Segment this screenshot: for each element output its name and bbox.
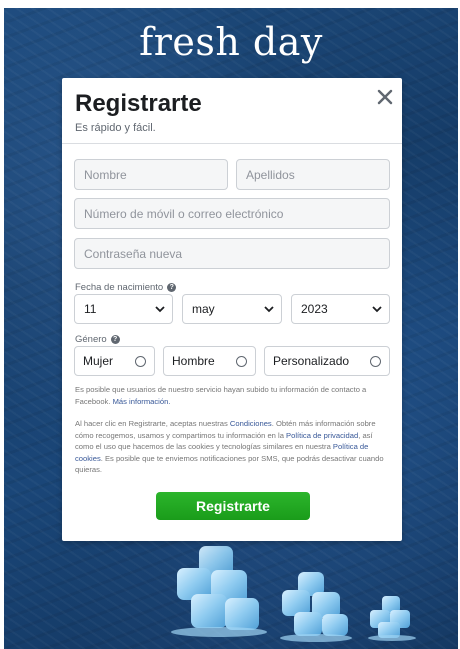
close-icon[interactable] <box>376 88 394 106</box>
terms-link[interactable]: Condiciones <box>230 419 272 428</box>
birthday-day-select[interactable]: 11 <box>74 294 173 324</box>
birthday-year-select[interactable]: 2023 <box>291 294 390 324</box>
radio-button[interactable] <box>135 356 146 367</box>
dialog-title: Registrarte <box>75 90 202 117</box>
contacts-notice: Es posible que usuarios de nuestro servi… <box>75 384 391 407</box>
chevron-down-icon <box>372 306 382 313</box>
help-icon[interactable]: ? <box>167 283 177 292</box>
gender-option-label: Hombre <box>172 354 215 368</box>
ice-cubes-middle-illustration <box>280 572 352 642</box>
ice-cubes-left-illustration <box>171 546 267 637</box>
radio-button[interactable] <box>236 356 247 367</box>
terms-notice: Al hacer clic en Registrarte, aceptas nu… <box>75 418 391 476</box>
gender-option-female[interactable]: Mujer <box>74 346 155 376</box>
birthday-label-row: Fecha de nacimiento ? <box>75 282 177 293</box>
birthday-year-value: 2023 <box>301 302 328 316</box>
radio-button[interactable] <box>370 356 381 367</box>
birthday-label: Fecha de nacimiento <box>75 282 164 293</box>
gender-option-label: Personalizado <box>273 354 350 368</box>
gender-option-custom[interactable]: Personalizado <box>264 346 390 376</box>
password-field[interactable] <box>74 238 390 269</box>
ice-cubes-right-illustration <box>368 596 416 641</box>
birthday-month-value: may <box>192 302 215 316</box>
chevron-down-icon <box>155 306 165 313</box>
terms-text-1: Al hacer clic en Registrarte, aceptas nu… <box>75 419 228 428</box>
privacy-policy-link[interactable]: Política de privacidad <box>286 431 358 440</box>
dialog-header: Registrarte Es rápido y fácil. <box>62 78 402 144</box>
terms-text-4: . Es posible que te enviemos notificacio… <box>75 453 384 475</box>
gender-label: Género <box>75 334 107 345</box>
help-icon[interactable]: ? <box>110 335 120 344</box>
gender-option-male[interactable]: Hombre <box>163 346 256 376</box>
chevron-down-icon <box>264 306 274 313</box>
gender-label-row: Género ? <box>75 334 120 345</box>
first-name-field[interactable] <box>74 159 228 190</box>
birthday-month-select[interactable]: may <box>182 294 282 324</box>
birthday-day-value: 11 <box>84 302 97 316</box>
brand-title: fresh day <box>139 20 323 64</box>
signup-button[interactable]: Registrarte <box>156 492 310 520</box>
signup-dialog: Registrarte Es rápido y fácil. Fecha de … <box>62 78 402 541</box>
gender-option-label: Mujer <box>83 354 114 368</box>
more-info-link[interactable]: Más información. <box>113 397 171 406</box>
contact-field[interactable] <box>74 198 390 229</box>
dialog-subtitle: Es rápido y fácil. <box>75 122 156 134</box>
last-name-field[interactable] <box>236 159 390 190</box>
